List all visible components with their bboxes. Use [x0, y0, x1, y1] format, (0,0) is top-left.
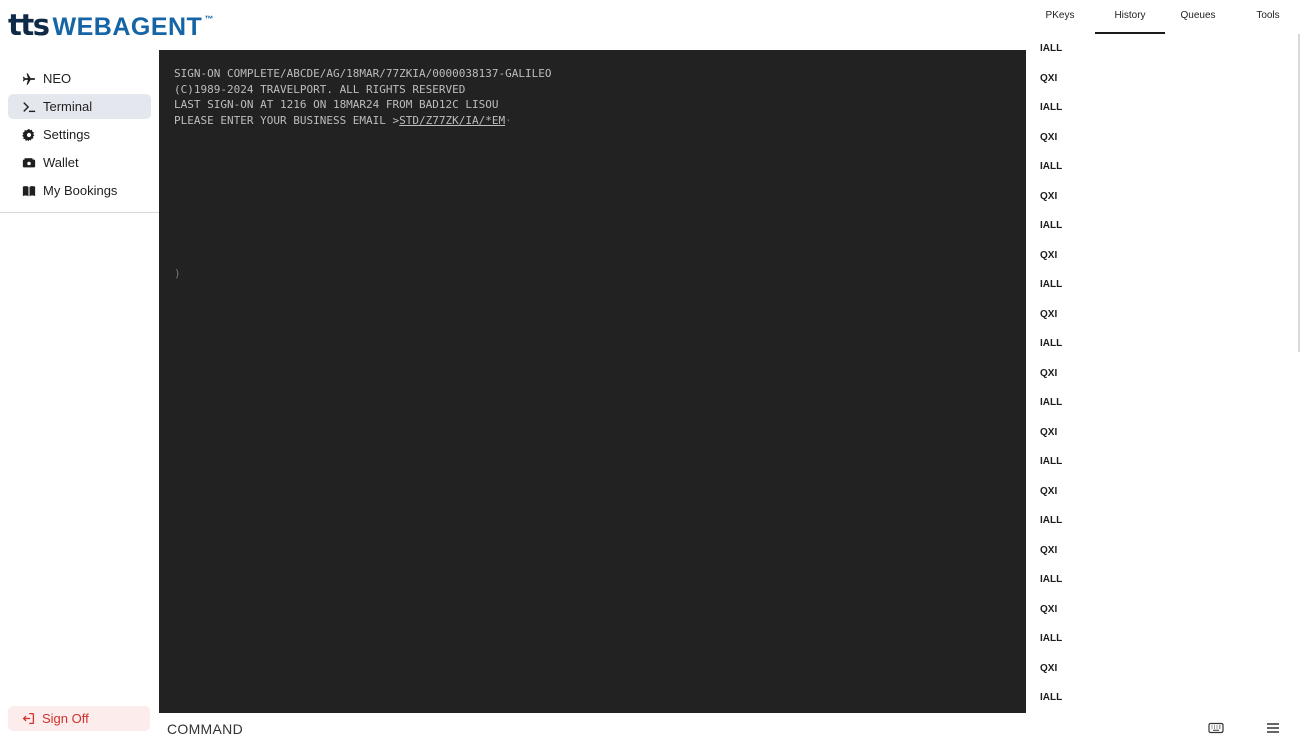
history-item[interactable]: QXI — [1040, 127, 1240, 157]
sidebar-item-wallet[interactable]: Wallet — [8, 150, 151, 175]
terminal-line: SIGN-ON COMPLETE/ABCDE/AG/18MAR/77ZKIA/0… — [174, 67, 552, 80]
history-item[interactable]: QXI — [1040, 304, 1240, 334]
terminal-cursor: · — [505, 113, 512, 127]
history-item[interactable]: IALL — [1040, 274, 1240, 304]
sidebar-divider — [0, 212, 159, 213]
history-item[interactable]: IALL — [1040, 333, 1240, 363]
sign-off-label: Sign Off — [42, 711, 89, 726]
tab-queues[interactable]: Queues — [1170, 0, 1226, 34]
history-item[interactable]: QXI — [1040, 186, 1240, 216]
terminal-prompt-text: PLEASE ENTER YOUR BUSINESS EMAIL > — [174, 113, 400, 127]
history-item[interactable]: IALL — [1040, 628, 1240, 658]
wallet-icon — [22, 156, 36, 170]
history-item[interactable]: QXI — [1040, 481, 1240, 511]
terminal-line: LAST SIGN-ON AT 1216 ON 18MAR24 FROM BAD… — [174, 98, 499, 111]
history-item[interactable]: IALL — [1040, 569, 1240, 599]
gear-icon — [22, 128, 36, 142]
menu-icon[interactable] — [1265, 720, 1281, 736]
right-panel-tabs: PKeys History Queues Tools — [1030, 0, 1304, 34]
logo-trademark: ™ — [204, 14, 214, 24]
history-item[interactable]: IALL — [1040, 687, 1240, 717]
app-logo: tts WEBAGENT ™ — [8, 8, 213, 42]
sidebar-item-label: Settings — [43, 127, 90, 142]
logo-webagent-text: WEBAGENT — [52, 13, 203, 41]
tab-tools[interactable]: Tools — [1242, 0, 1294, 34]
history-item[interactable]: IALL — [1040, 38, 1240, 68]
sidebar-item-label: Wallet — [43, 155, 79, 170]
sidebar-item-neo[interactable]: NEO — [8, 66, 151, 91]
history-item[interactable]: QXI — [1040, 68, 1240, 98]
sidebar-item-terminal[interactable]: Terminal — [8, 94, 151, 119]
sign-out-icon — [22, 712, 35, 725]
history-item[interactable]: IALL — [1040, 215, 1240, 245]
history-item[interactable]: QXI — [1040, 363, 1240, 393]
history-item[interactable]: IALL — [1040, 156, 1240, 186]
history-item[interactable]: IALL — [1040, 451, 1240, 481]
sidebar-item-my-bookings[interactable]: My Bookings — [8, 178, 151, 203]
sidebar-item-label: Terminal — [43, 99, 93, 114]
terminal-screen[interactable]: SIGN-ON COMPLETE/ABCDE/AG/18MAR/77ZKIA/0… — [159, 50, 1026, 713]
history-scrollbar[interactable] — [1298, 34, 1300, 352]
terminal-entry-link[interactable]: STD/Z77ZK/IA/*EM — [399, 114, 505, 127]
sidebar-nav: NEO Terminal Settings Wallet My Bookings — [0, 66, 159, 206]
history-item[interactable]: QXI — [1040, 599, 1240, 629]
airplane-icon — [22, 72, 36, 86]
logo-tts-text: tts — [8, 8, 50, 42]
command-input-label[interactable]: COMMAND — [167, 721, 243, 737]
terminal-prompt-line: PLEASE ENTER YOUR BUSINESS EMAIL >STD/Z7… — [174, 113, 1026, 129]
tab-history[interactable]: History — [1095, 0, 1165, 34]
terminal-prompt-icon — [22, 100, 36, 114]
history-item[interactable]: QXI — [1040, 245, 1240, 275]
sign-off-button[interactable]: Sign Off — [8, 706, 150, 731]
sidebar-item-label: My Bookings — [43, 183, 118, 198]
history-item[interactable]: QXI — [1040, 658, 1240, 688]
history-item[interactable]: IALL — [1040, 392, 1240, 422]
terminal-line: (C)1989-2024 TRAVELPORT. ALL RIGHTS RESE… — [174, 82, 466, 96]
tab-pkeys[interactable]: PKeys — [1030, 0, 1090, 34]
history-item[interactable]: QXI — [1040, 540, 1240, 570]
history-item[interactable]: IALL — [1040, 97, 1240, 127]
book-icon — [22, 184, 36, 198]
history-item[interactable]: IALL — [1040, 510, 1240, 540]
history-item[interactable]: QXI — [1040, 422, 1240, 452]
sidebar-item-settings[interactable]: Settings — [8, 122, 151, 147]
terminal-paren: ) — [174, 267, 181, 280]
keyboard-icon[interactable] — [1208, 720, 1224, 736]
sidebar-item-label: NEO — [43, 71, 72, 86]
history-list: IALL QXI IALL QXI IALL QXI IALL QXI IALL QXI IALL Q… — [1040, 38, 1240, 717]
